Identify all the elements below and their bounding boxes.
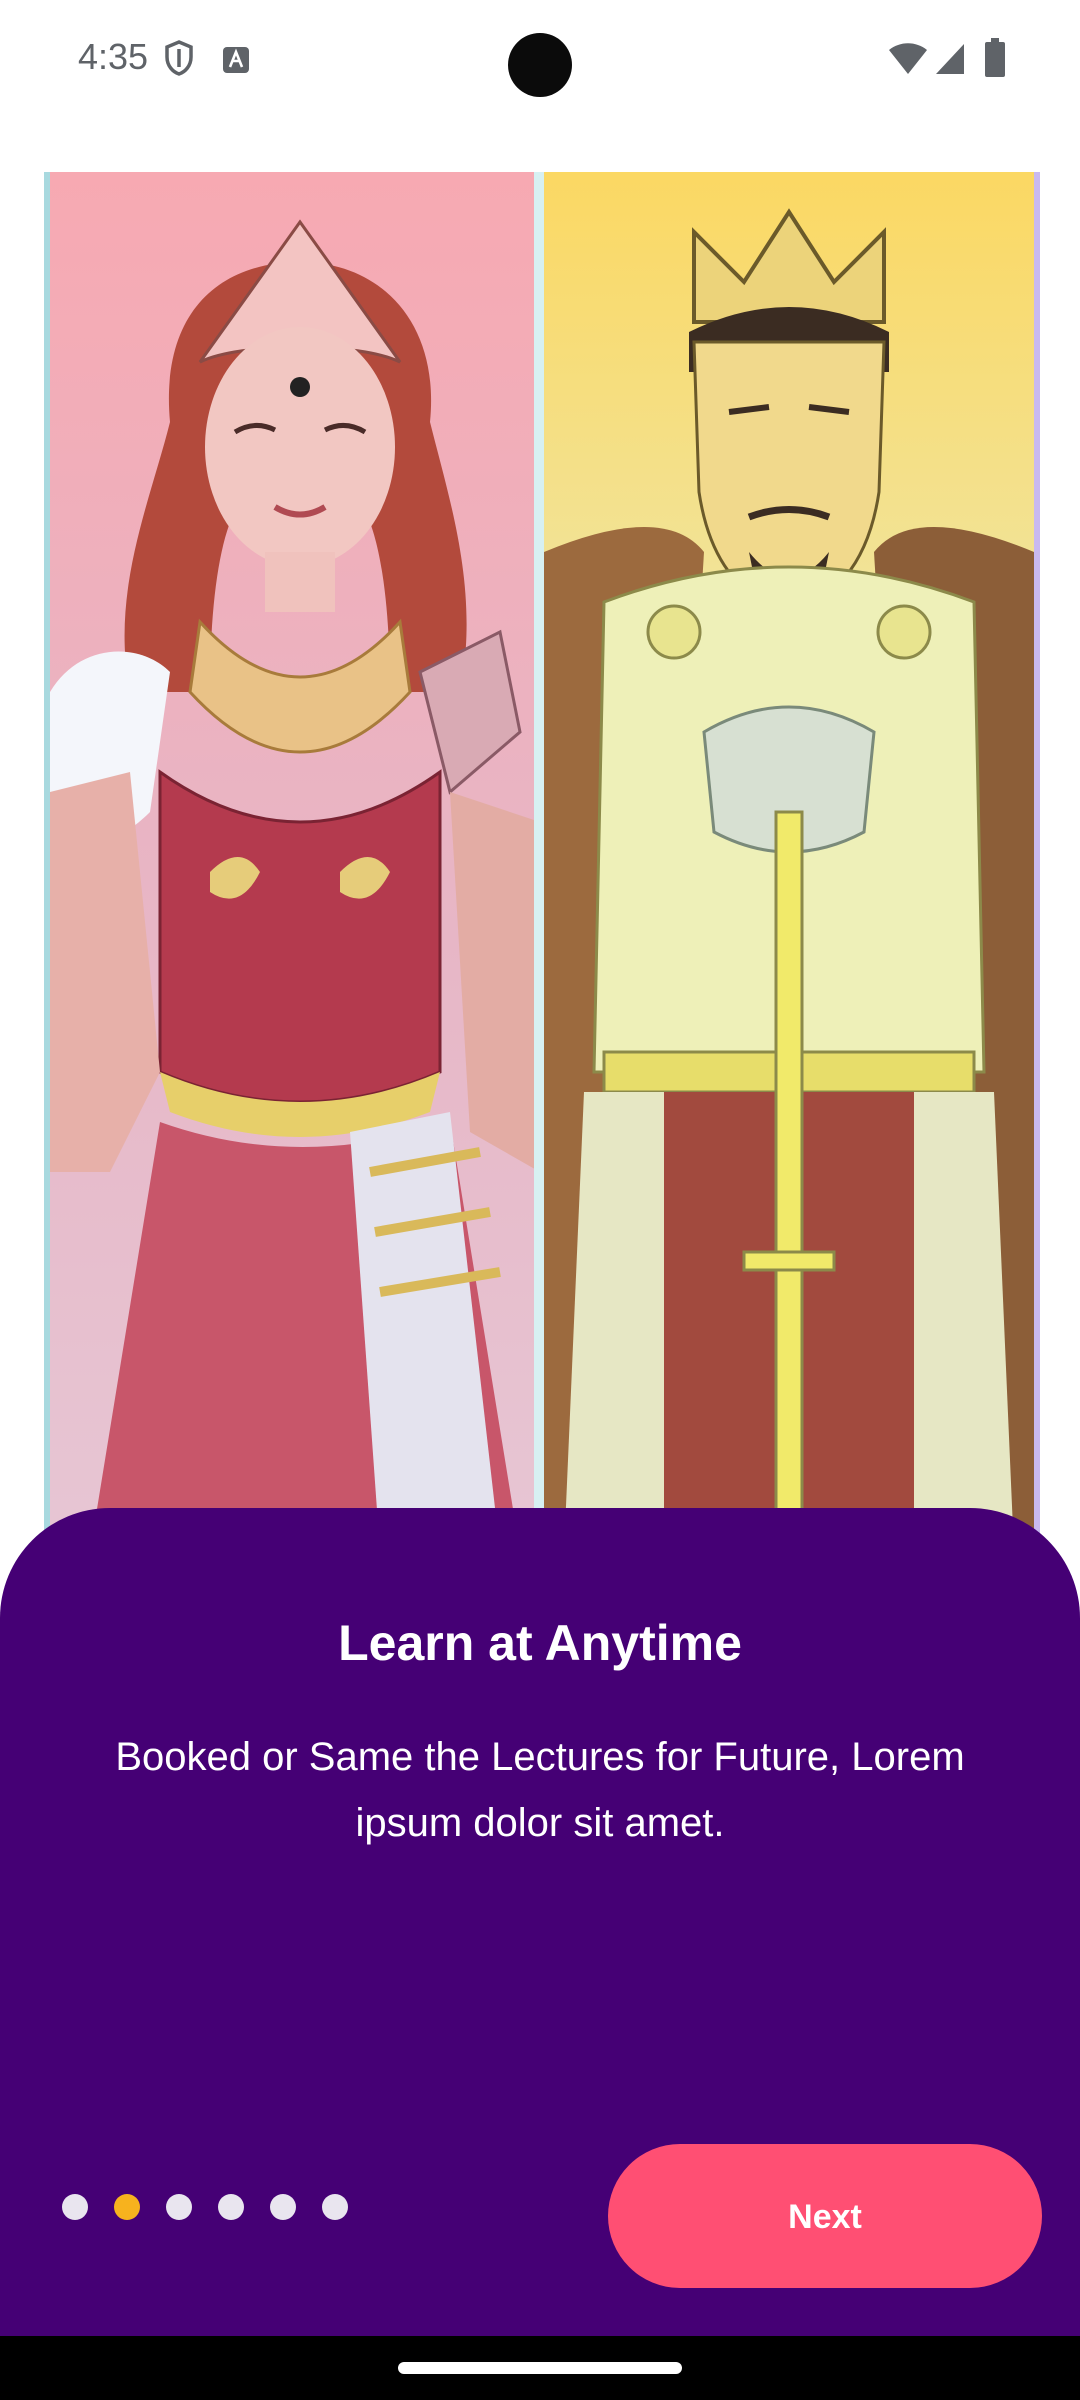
page-dot-1[interactable]	[62, 2194, 88, 2220]
king-with-sword-illustration	[544, 172, 1040, 1552]
text-a-icon	[222, 46, 250, 79]
warrior-queen-illustration	[44, 172, 540, 1552]
onboarding-illustration	[36, 172, 1044, 1552]
signal-icon	[934, 42, 966, 81]
next-button[interactable]: Next	[608, 2144, 1042, 2288]
page-indicator	[62, 2194, 348, 2220]
page-dot-4[interactable]	[218, 2194, 244, 2220]
onboarding-description: Booked or Same the Lectures for Future, …	[115, 1735, 965, 1845]
page-dot-2[interactable]	[114, 2194, 140, 2220]
status-time: 4:35	[78, 36, 149, 77]
wifi-icon	[888, 42, 928, 81]
page-dot-5[interactable]	[270, 2194, 296, 2220]
page-dot-3[interactable]	[166, 2194, 192, 2220]
home-gesture-handle[interactable]	[398, 2362, 682, 2374]
battery-icon	[984, 38, 1006, 83]
onboarding-sheet: Learn at Anytime Booked or Same the Lect…	[0, 1508, 1080, 2336]
status-bar: 4:35	[0, 0, 1080, 120]
shield-icon	[164, 40, 194, 81]
onboarding-title: Learn at Anytime	[338, 1615, 742, 1671]
panel-divider	[534, 172, 544, 1552]
navigation-bar	[0, 2336, 1080, 2400]
page-dot-6[interactable]	[322, 2194, 348, 2220]
front-camera	[508, 33, 572, 97]
